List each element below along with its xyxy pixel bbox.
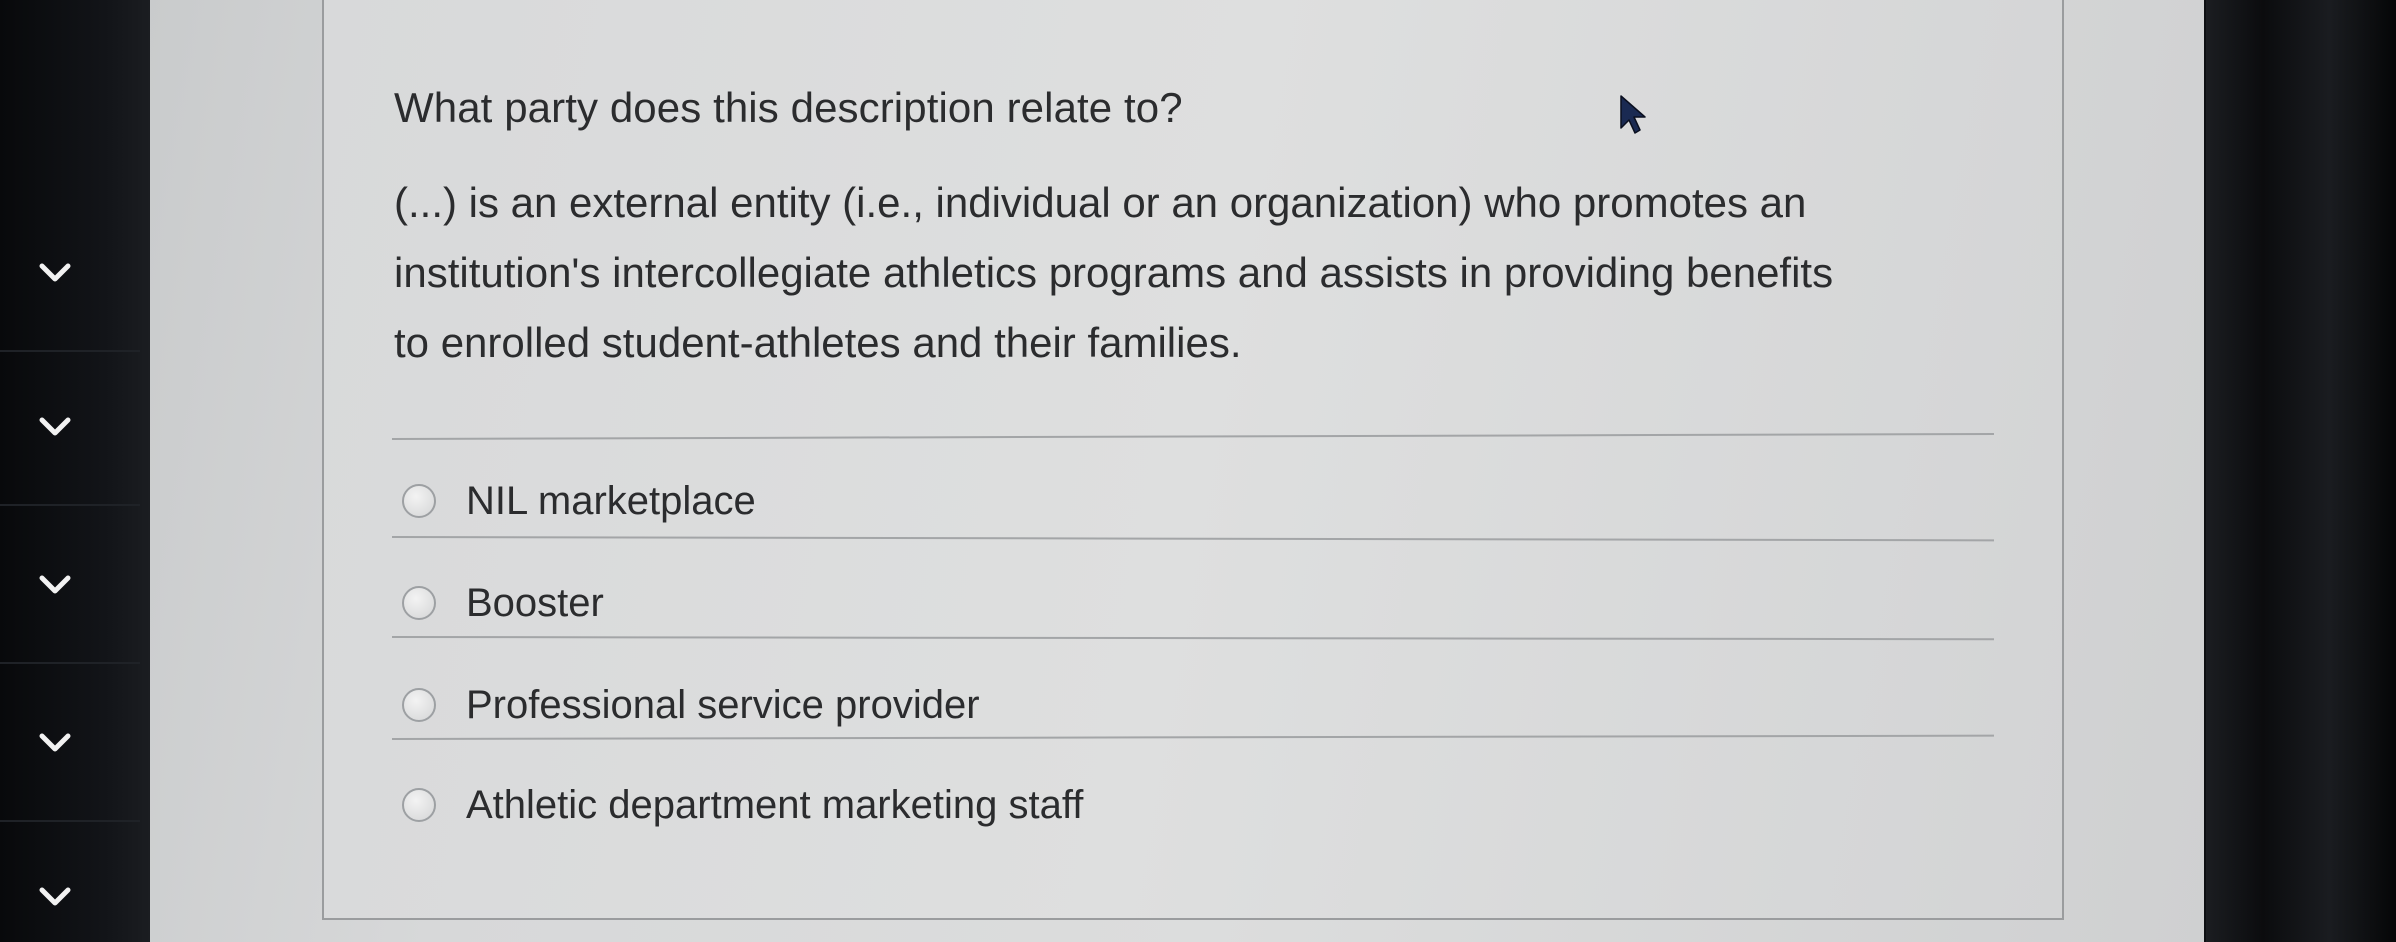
mouse-cursor-icon [1620, 95, 1646, 134]
rail-divider [0, 820, 140, 822]
question-description: (...) is an external entity (i.e., indiv… [394, 168, 2014, 378]
question-title: What party does this description relate … [394, 84, 1183, 131]
rail-divider [0, 662, 140, 664]
rail-divider [0, 350, 140, 352]
photo-of-screen: What party does this description relate … [0, 0, 2396, 942]
question-header: What party does this description relate … [394, 72, 2014, 166]
radio-button[interactable] [402, 688, 436, 722]
option-label: Athletic department marketing staff [466, 782, 1084, 827]
chevron-down-icon[interactable] [38, 568, 72, 602]
chevron-down-icon[interactable] [38, 256, 72, 290]
radio-button[interactable] [402, 586, 436, 620]
option-label: Booster [466, 580, 604, 625]
radio-button[interactable] [402, 788, 436, 822]
description-line: institution's intercollegiate athletics … [394, 249, 1834, 296]
chevron-down-icon[interactable] [38, 410, 72, 444]
radio-button[interactable] [402, 484, 436, 518]
question-navigation-rail [0, 0, 150, 942]
option-label: Professional service provider [466, 682, 980, 727]
option-nil-marketplace[interactable]: NIL marketplace [402, 468, 756, 534]
chevron-down-icon[interactable] [38, 880, 72, 914]
device-bezel [2206, 0, 2396, 942]
rail-divider [0, 504, 140, 506]
option-professional-service-provider[interactable]: Professional service provider [402, 672, 980, 738]
description-line: to enrolled student-athletes and their f… [394, 319, 1242, 366]
chevron-down-icon[interactable] [38, 726, 72, 760]
option-booster[interactable]: Booster [402, 570, 604, 636]
option-athletic-department-marketing-staff[interactable]: Athletic department marketing staff [402, 772, 1083, 838]
description-line: (...) is an external entity (i.e., indiv… [394, 179, 1807, 226]
option-label: NIL marketplace [466, 478, 756, 523]
